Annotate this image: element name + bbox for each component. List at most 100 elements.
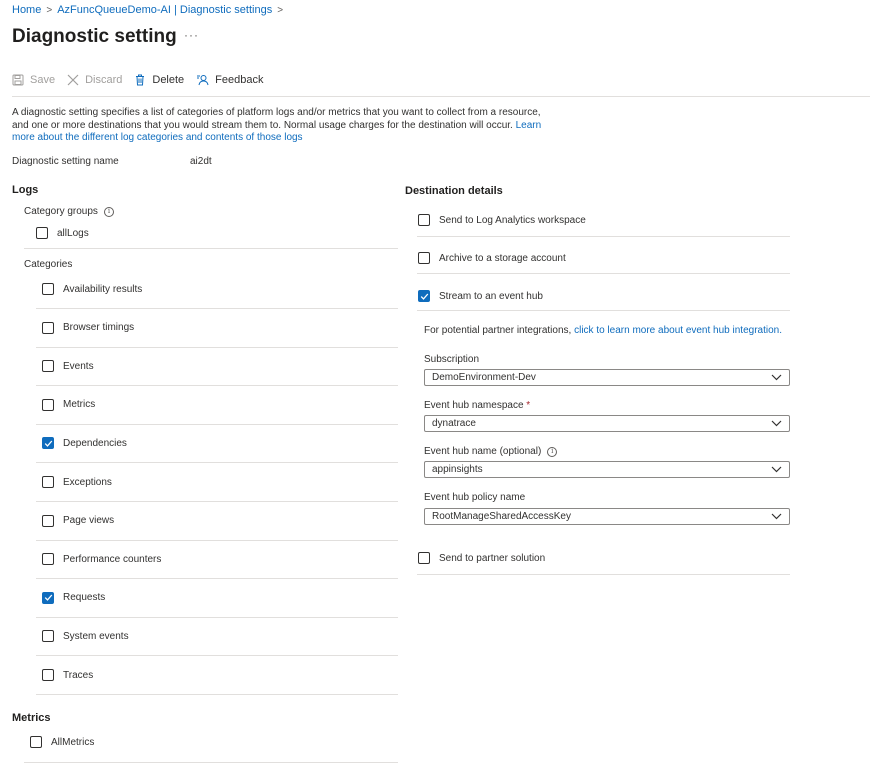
toolbar-divider <box>12 96 870 97</box>
save-button[interactable]: Save <box>12 74 55 86</box>
checkbox-box[interactable] <box>42 437 54 450</box>
checkbox-box[interactable] <box>42 514 54 527</box>
info-icon[interactable]: i <box>547 446 558 457</box>
checkbox-label: allLogs <box>57 227 89 239</box>
divider <box>36 694 398 695</box>
checkbox-box[interactable] <box>42 321 54 334</box>
checkbox-box[interactable] <box>418 552 430 564</box>
checkbox-event-hub[interactable]: Stream to an event hub <box>418 290 543 302</box>
checkbox-box[interactable] <box>418 214 430 226</box>
logs-heading: Logs <box>12 184 39 196</box>
event-hub-integration-link[interactable]: click to learn more about event hub inte… <box>574 325 782 336</box>
setting-name-value: ai2dt <box>190 156 212 167</box>
divider <box>36 578 398 580</box>
checkbox-box[interactable] <box>30 736 42 748</box>
feedback-icon <box>197 75 209 86</box>
checkbox-label: Page views <box>63 515 115 527</box>
subscription-label: Subscription <box>424 354 480 365</box>
checkbox-partner-solution[interactable]: Send to partner solution <box>418 552 545 564</box>
checkbox-label: Availability results <box>63 283 143 295</box>
checkbox-label: Events <box>63 360 94 372</box>
checkbox-storage-account[interactable]: Archive to a storage account <box>418 252 566 264</box>
checkbox-box[interactable] <box>42 283 54 295</box>
namespace-value: dynatrace <box>432 418 476 429</box>
divider <box>36 462 398 464</box>
category-checkbox-row[interactable]: Traces <box>42 669 93 681</box>
category-checkbox-row[interactable]: System events <box>42 630 129 643</box>
checkbox-box[interactable] <box>42 398 54 411</box>
checkbox-box[interactable] <box>42 591 54 604</box>
divider <box>36 423 398 425</box>
category-checkbox-row[interactable]: Exceptions <box>42 476 112 488</box>
checkbox-log-analytics[interactable]: Send to Log Analytics workspace <box>418 214 586 226</box>
divider <box>417 310 790 311</box>
divider <box>36 616 398 618</box>
chevron-right-icon: > <box>46 4 53 16</box>
hub-name-value: appinsights <box>432 464 483 475</box>
category-checkbox-row[interactable]: Availability results <box>42 283 142 295</box>
category-checkbox-row[interactable]: Browser timings <box>42 321 134 334</box>
trash-icon <box>136 74 145 86</box>
delete-button[interactable]: Delete <box>134 74 184 86</box>
checkbox-box[interactable] <box>42 553 54 566</box>
categories-label: Categories <box>24 259 73 270</box>
checkbox-label: Traces <box>63 669 94 681</box>
checkbox-box[interactable] <box>42 476 54 488</box>
checkbox-label: AllMetrics <box>51 736 95 748</box>
checkbox-allmetrics[interactable]: AllMetrics <box>30 736 94 748</box>
feedback-button[interactable]: Feedback <box>196 74 263 86</box>
checkbox-box[interactable] <box>42 630 54 643</box>
checkbox-label: Stream to an event hub <box>439 290 543 302</box>
divider <box>417 574 790 575</box>
checkbox-box[interactable] <box>418 290 430 302</box>
checkbox-alllogs[interactable]: allLogs <box>36 227 89 239</box>
checkbox-box[interactable] <box>42 360 54 373</box>
setting-name-label: Diagnostic setting name <box>12 156 119 167</box>
chevron-down-icon <box>771 466 782 473</box>
discard-label: Discard <box>85 74 123 86</box>
divider <box>36 655 398 657</box>
command-bar: Save Discard Delete Feedback <box>12 74 275 86</box>
policy-dropdown[interactable]: RootManageSharedAccessKey <box>424 508 790 525</box>
category-checkbox-row[interactable]: Dependencies <box>42 437 127 450</box>
category-checkbox-row[interactable]: Page views <box>42 514 115 527</box>
breadcrumb-home[interactable]: Home <box>12 4 41 16</box>
info-icon[interactable]: i <box>103 206 114 217</box>
breadcrumb: Home > AzFuncQueueDemo-AI | Diagnostic s… <box>12 4 288 16</box>
category-groups-label: Category groups <box>24 206 98 217</box>
checkbox-box[interactable] <box>42 669 54 681</box>
partner-note-text: For potential partner integrations, <box>424 325 575 336</box>
checkbox-box[interactable] <box>36 227 48 239</box>
checkbox-label: Requests <box>63 592 106 604</box>
description: A diagnostic setting specifies a list of… <box>12 107 557 145</box>
category-checkbox-row[interactable]: Requests <box>42 591 106 604</box>
category-checkbox-row[interactable]: Events <box>42 360 94 373</box>
metrics-heading: Metrics <box>12 712 51 724</box>
category-checkbox-row[interactable]: Performance counters <box>42 553 162 566</box>
checkmark-icon <box>44 440 52 447</box>
divider <box>36 308 398 309</box>
close-icon <box>67 74 79 86</box>
category-groups-label-row: Category groups i <box>24 206 114 217</box>
feedback-label: Feedback <box>215 74 264 86</box>
checkbox-label: Performance counters <box>63 553 162 565</box>
page-title: Diagnostic setting <box>12 26 177 47</box>
subscription-dropdown[interactable]: DemoEnvironment-Dev <box>424 369 790 386</box>
checkbox-label: Metrics <box>63 399 96 411</box>
divider <box>24 248 398 249</box>
namespace-dropdown[interactable]: dynatrace <box>424 415 790 432</box>
divider <box>417 236 790 237</box>
partner-note: For potential partner integrations, clic… <box>424 325 782 336</box>
hub-name-dropdown[interactable]: appinsights <box>424 461 790 478</box>
chevron-right-icon: > <box>277 4 284 16</box>
more-options-icon[interactable]: ··· <box>184 28 199 42</box>
namespace-label-row: Event hub namespace * <box>424 400 530 411</box>
subscription-value: DemoEnvironment-Dev <box>432 372 536 383</box>
hub-name-label: Event hub name (optional) <box>424 446 542 457</box>
divider <box>36 385 398 387</box>
category-checkbox-row[interactable]: Metrics <box>42 398 96 411</box>
discard-button[interactable]: Discard <box>67 74 122 86</box>
save-label: Save <box>30 74 56 86</box>
breadcrumb-diagnostic-settings[interactable]: AzFuncQueueDemo-AI | Diagnostic settings <box>57 4 272 16</box>
checkbox-box[interactable] <box>418 252 430 264</box>
